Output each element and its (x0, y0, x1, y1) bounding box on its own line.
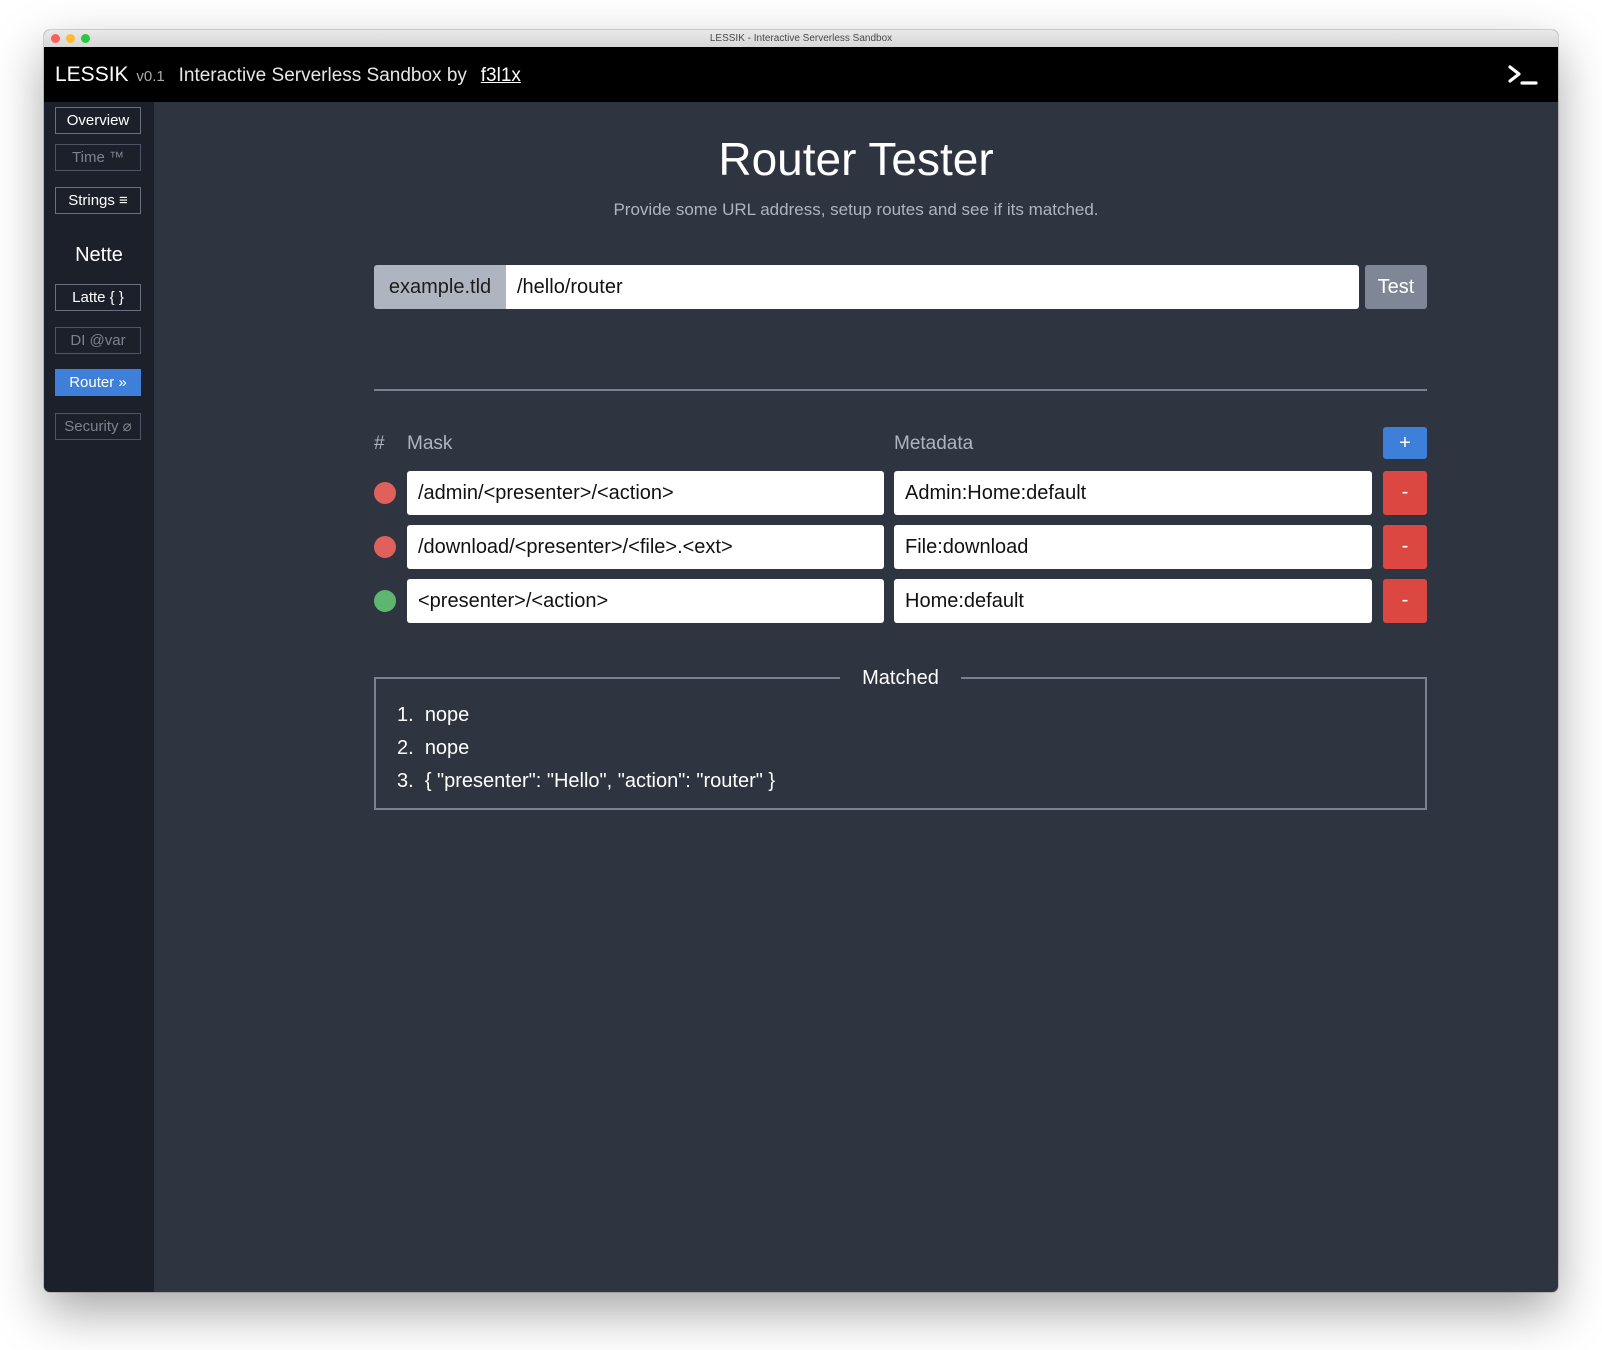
window-title: LESSIK - Interactive Serverless Sandbox (709, 33, 893, 44)
app-version: v0.1 (136, 68, 165, 85)
matched-result-item: 2. nope (397, 732, 775, 765)
sidebar-item-overview[interactable]: Overview (55, 107, 141, 134)
sidebar-item-security[interactable]: Security ⌀ (55, 413, 141, 440)
route-mask-input[interactable] (407, 579, 884, 623)
sidebar-item-strings[interactable]: Strings ≡ (55, 187, 141, 214)
route-status-indicator (374, 590, 396, 612)
remove-route-button[interactable]: - (1383, 525, 1427, 569)
result-number: 3. (397, 770, 414, 792)
result-text: nope (424, 704, 470, 726)
app-window: LESSIK - Interactive Serverless Sandbox … (44, 30, 1558, 1292)
app-tagline: Interactive Serverless Sandbox by (178, 65, 467, 86)
route-metadata-input[interactable] (894, 525, 1372, 569)
remove-route-button[interactable]: - (1383, 579, 1427, 623)
result-text: { "presenter": "Hello", "action": "route… (424, 770, 776, 792)
sidebar-item-time[interactable]: Time ™ (55, 144, 141, 171)
matched-result-item: 3. { "presenter": "Hello", "action": "ro… (397, 765, 775, 798)
route-status-indicator (374, 482, 396, 504)
matched-legend: Matched (376, 666, 1425, 690)
route-metadata-input[interactable] (894, 471, 1372, 515)
result-text: nope (424, 737, 470, 759)
sidebar-item-di[interactable]: DI @var (55, 327, 141, 354)
result-number: 2. (397, 737, 414, 759)
page-title: Router Tester (718, 133, 994, 185)
url-input-group: example.tld Test (374, 265, 1427, 309)
remove-route-button[interactable]: - (1383, 471, 1427, 515)
matched-result-item: 1. nope (397, 699, 775, 732)
matched-results-panel: Matched 1. nope 2. nope 3. { "presenter"… (374, 666, 1427, 810)
route-mask-input[interactable] (407, 471, 884, 515)
brand: LESSIK v0.1 Interactive Serverless Sandb… (55, 47, 521, 102)
page-subtitle: Provide some URL address, setup routes a… (613, 200, 1099, 219)
result-number: 1. (397, 704, 414, 726)
sidebar-section-nette: Nette (75, 244, 123, 266)
app-name: LESSIK (55, 63, 129, 86)
test-button[interactable]: Test (1365, 265, 1427, 309)
column-header-metadata: Metadata (894, 433, 974, 454)
app-header: LESSIK v0.1 Interactive Serverless Sandb… (44, 47, 1558, 102)
route-row: - (374, 525, 1427, 569)
terminal-prompt-icon[interactable] (1506, 62, 1540, 88)
route-status-indicator (374, 536, 396, 558)
window-titlebar: LESSIK - Interactive Serverless Sandbox (44, 30, 1558, 48)
route-row: - (374, 579, 1427, 623)
matched-results-list: 1. nope 2. nope 3. { "presenter": "Hello… (397, 699, 775, 798)
main-content: Router Tester Provide some URL address, … (154, 102, 1558, 1292)
section-divider (374, 389, 1427, 391)
add-route-button[interactable]: + (1383, 427, 1427, 459)
route-metadata-input[interactable] (894, 579, 1372, 623)
sidebar-item-latte[interactable]: Latte { } (55, 284, 141, 311)
sidebar: Overview Time ™ Strings ≡ Nette Latte { … (44, 102, 154, 1292)
route-row: - (374, 471, 1427, 515)
column-header-mask: Mask (407, 433, 453, 454)
column-header-number: # (374, 433, 385, 454)
sidebar-item-router[interactable]: Router » (55, 369, 141, 396)
route-mask-input[interactable] (407, 525, 884, 569)
routes-header: # Mask Metadata + (374, 427, 1427, 461)
url-path-input[interactable] (506, 265, 1359, 309)
matched-legend-label: Matched (840, 666, 961, 690)
url-domain-prefix: example.tld (374, 265, 506, 309)
author-link[interactable]: f3l1x (481, 65, 521, 86)
